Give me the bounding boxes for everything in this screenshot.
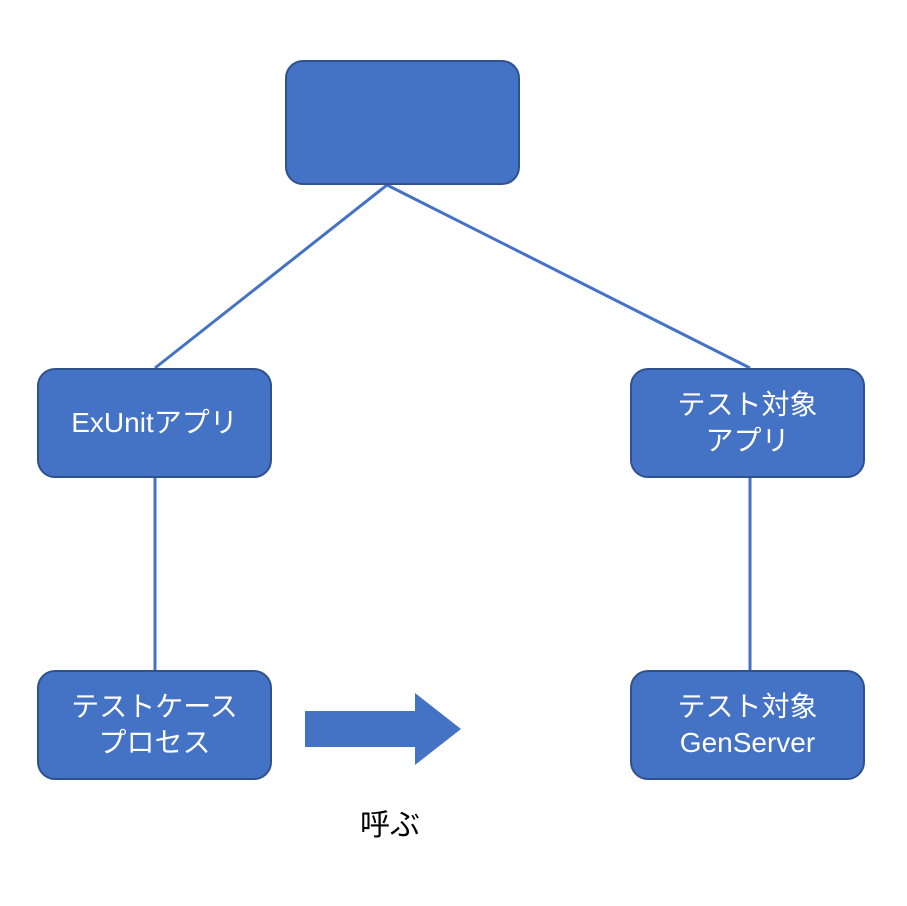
node-target-genserver: テスト対象 GenServer (630, 670, 865, 780)
process-diagram: ExUnitアプリ テスト対象 アプリ テストケース プロセス テスト対象 Ge… (0, 0, 907, 906)
node-targetgen-label-2: GenServer (680, 725, 815, 761)
node-test-case-process: テストケース プロセス (37, 670, 272, 780)
arrow-label: 呼ぶ (350, 800, 430, 844)
node-testcase-label-1: テストケース (71, 689, 238, 725)
arrow-head-icon (415, 693, 461, 765)
arrow-body (305, 711, 415, 747)
node-targetgen-label-1: テスト対象 (677, 689, 817, 725)
node-exunit-app: ExUnitアプリ (37, 368, 272, 478)
node-target-app: テスト対象 アプリ (630, 368, 865, 478)
call-arrow-icon (305, 693, 461, 765)
node-target-app-label-2: アプリ (705, 423, 789, 459)
node-testcase-label-2: プロセス (98, 725, 210, 761)
node-root (285, 60, 520, 185)
node-target-app-label-1: テスト対象 (677, 387, 817, 423)
node-exunit-label-1: ExUnitアプリ (71, 405, 237, 441)
